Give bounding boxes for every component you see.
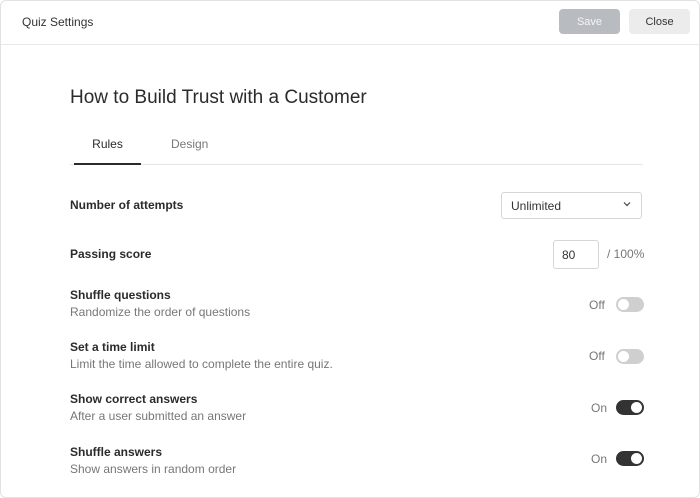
shuffle-answers-description: Show answers in random order bbox=[70, 462, 237, 476]
correct-answers-label: Show correct answers bbox=[70, 392, 198, 406]
time-limit-state: Off bbox=[589, 349, 605, 363]
time-limit-label: Set a time limit bbox=[70, 340, 155, 354]
chevron-down-icon bbox=[623, 202, 631, 207]
time-limit-description: Limit the time allowed to complete the e… bbox=[70, 357, 333, 371]
quiz-settings-window: Quiz Settings Save Close How to Build Tr… bbox=[0, 0, 700, 498]
save-button[interactable]: Save bbox=[559, 9, 620, 34]
correct-answers-toggle[interactable] bbox=[616, 400, 644, 415]
shuffle-questions-label: Shuffle questions bbox=[70, 288, 171, 302]
tab-bar: Rules Design bbox=[70, 133, 643, 165]
close-button[interactable]: Close bbox=[629, 9, 690, 34]
correct-answers-state: On bbox=[591, 401, 608, 415]
passing-score-label: Passing score bbox=[70, 247, 152, 261]
toggle-knob bbox=[618, 299, 629, 310]
tab-rules[interactable]: Rules bbox=[74, 137, 141, 165]
time-limit-toggle[interactable] bbox=[616, 349, 644, 364]
tab-design[interactable]: Design bbox=[171, 137, 208, 165]
attempts-label: Number of attempts bbox=[70, 198, 184, 212]
shuffle-questions-toggle[interactable] bbox=[616, 297, 644, 312]
shuffle-questions-state: Off bbox=[589, 298, 605, 312]
toggle-knob bbox=[631, 453, 642, 464]
passing-score-value: 80 bbox=[562, 248, 576, 262]
attempts-select[interactable]: Unlimited bbox=[501, 192, 642, 219]
header-bar: Quiz Settings Save Close bbox=[1, 1, 699, 45]
shuffle-answers-state: On bbox=[591, 452, 608, 466]
toggle-knob bbox=[631, 402, 642, 413]
window-title: Quiz Settings bbox=[22, 15, 94, 29]
toggle-knob bbox=[618, 351, 629, 362]
correct-answers-description: After a user submitted an answer bbox=[70, 409, 247, 423]
passing-score-suffix: / 100% bbox=[607, 247, 645, 261]
attempts-value: Unlimited bbox=[511, 199, 562, 213]
shuffle-answers-toggle[interactable] bbox=[616, 451, 644, 466]
shuffle-questions-description: Randomize the order of questions bbox=[70, 305, 251, 319]
shuffle-answers-label: Shuffle answers bbox=[70, 445, 163, 459]
passing-score-input[interactable]: 80 bbox=[553, 240, 599, 269]
page-title: How to Build Trust with a Customer bbox=[70, 87, 367, 108]
